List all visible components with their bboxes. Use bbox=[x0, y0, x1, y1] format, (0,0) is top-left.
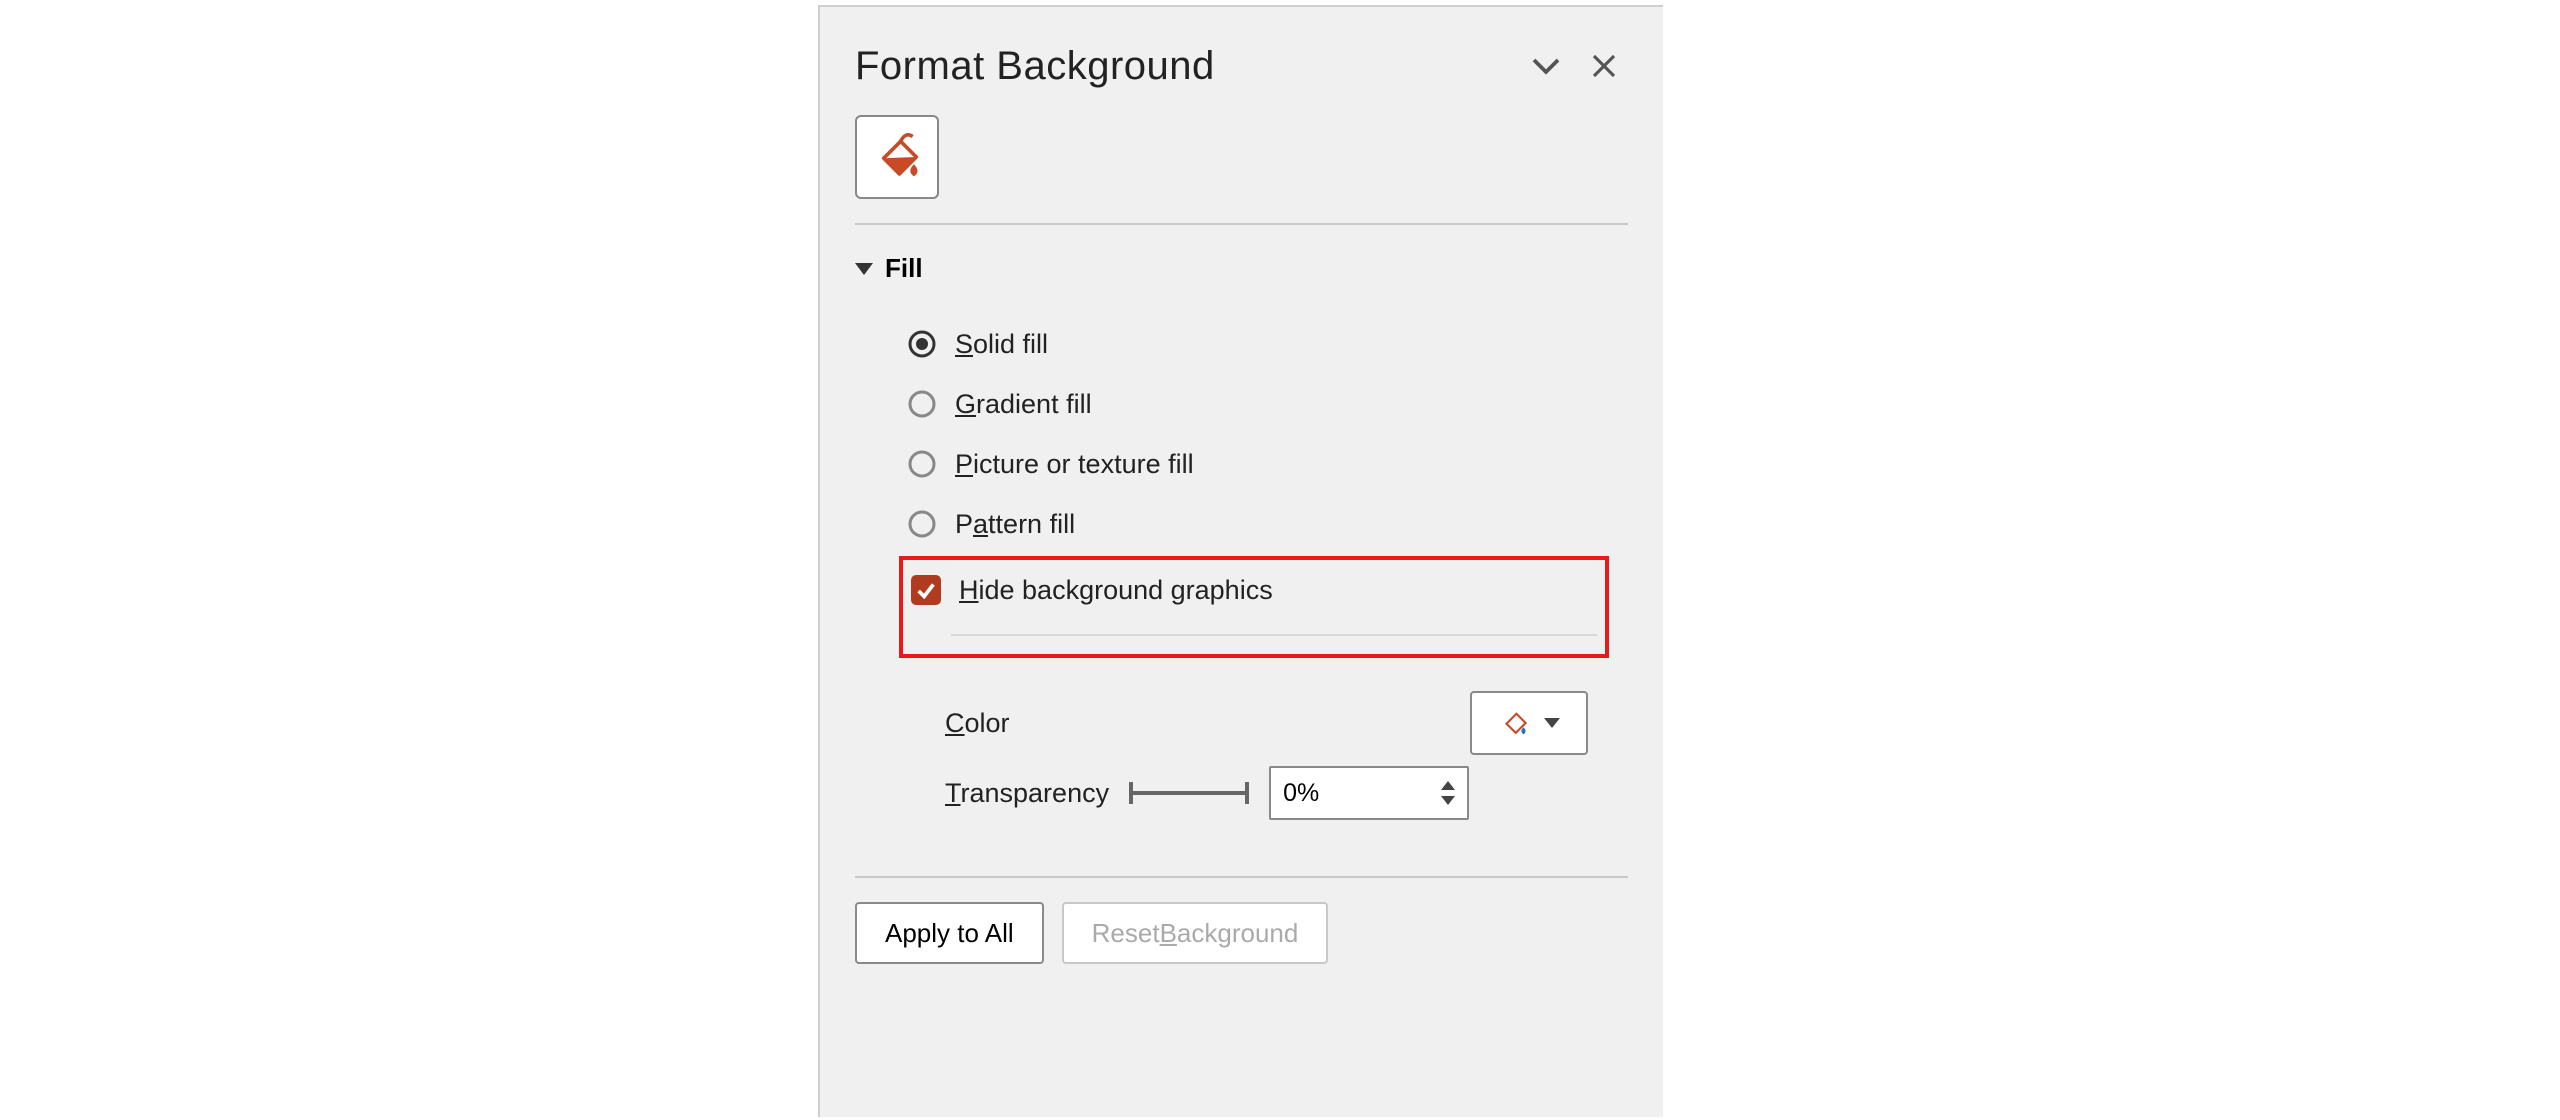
pattern-fill-label: Pattern fill bbox=[955, 509, 1075, 540]
gradient-fill-label: Gradient fill bbox=[955, 389, 1092, 420]
radio-unselected-icon bbox=[907, 449, 937, 479]
radio-selected-icon bbox=[907, 329, 937, 359]
apply-to-all-button[interactable]: Apply to All bbox=[855, 902, 1044, 964]
fill-section-header[interactable]: Fill bbox=[855, 253, 1628, 284]
pane-header: Format Background bbox=[820, 7, 1663, 100]
fill-section-label: Fill bbox=[885, 253, 923, 284]
spinner-down-icon[interactable] bbox=[1441, 796, 1455, 805]
close-icon[interactable] bbox=[1580, 42, 1628, 90]
highlight-annotation: Hide background graphics bbox=[899, 556, 1609, 658]
tab-divider bbox=[855, 217, 1628, 231]
picture-fill-radio[interactable]: Picture or texture fill bbox=[907, 434, 1628, 494]
spinner-up-icon[interactable] bbox=[1441, 781, 1455, 790]
footer-buttons: Apply to All Reset Background bbox=[820, 878, 1663, 964]
solid-fill-radio[interactable]: Solid fill bbox=[907, 314, 1628, 374]
transparency-spinner[interactable]: 0% bbox=[1269, 766, 1469, 820]
reset-background-button: Reset Background bbox=[1062, 902, 1329, 964]
transparency-slider[interactable] bbox=[1129, 791, 1249, 795]
radio-unselected-icon bbox=[907, 509, 937, 539]
transparency-value: 0% bbox=[1283, 779, 1319, 808]
transparency-label: Transparency bbox=[945, 778, 1109, 809]
color-picker-button[interactable] bbox=[1470, 691, 1588, 755]
paint-bucket-icon bbox=[868, 128, 926, 186]
chevron-down-icon bbox=[1544, 718, 1560, 728]
picture-fill-label: Picture or texture fill bbox=[955, 449, 1194, 480]
color-label: Color bbox=[945, 708, 1010, 739]
chevron-down-icon bbox=[855, 263, 873, 275]
paint-bucket-icon bbox=[1498, 706, 1532, 740]
hide-background-label: Hide background graphics bbox=[959, 575, 1273, 606]
fill-tab[interactable] bbox=[855, 115, 939, 199]
hide-background-checkbox[interactable]: Hide background graphics bbox=[911, 560, 1597, 620]
gradient-fill-radio[interactable]: Gradient fill bbox=[907, 374, 1628, 434]
pattern-fill-radio[interactable]: Pattern fill bbox=[907, 494, 1628, 554]
solid-fill-label: Solid fill bbox=[955, 329, 1048, 360]
pane-title: Format Background bbox=[855, 44, 1512, 89]
checkbox-checked-icon bbox=[911, 575, 941, 605]
category-tabs bbox=[820, 100, 1663, 199]
fill-options: Solid fill Gradient fill Picture or text… bbox=[855, 284, 1628, 658]
collapse-icon[interactable] bbox=[1522, 42, 1570, 90]
radio-unselected-icon bbox=[907, 389, 937, 419]
format-background-pane: Format Background Fill bbox=[818, 5, 1663, 1117]
